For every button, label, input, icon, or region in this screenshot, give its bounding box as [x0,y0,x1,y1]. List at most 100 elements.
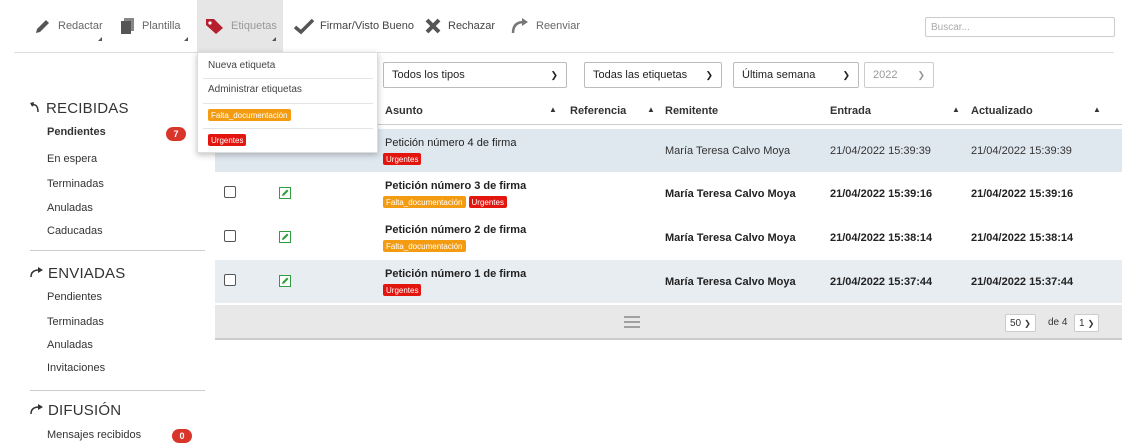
row-entrada: 21/04/2022 15:37:44 [830,276,933,288]
per-page-select[interactable]: 50 ❯ [1005,314,1036,332]
firmar-label: Firmar/Visto Bueno [320,20,414,32]
sidebar-item-mensajes-recibidos[interactable]: Mensajes recibidos [47,429,141,441]
row-checkbox[interactable] [224,274,236,286]
sidebar-item-recibidas-anuladas[interactable]: Anuladas [47,202,93,214]
row-tags: Urgentes [383,284,422,296]
redactar-caret-icon[interactable] [98,37,102,41]
row-actualizado: 21/04/2022 15:37:44 [971,276,1074,288]
page-count-label: de 4 [1048,317,1068,328]
table-row[interactable]: Petición número 2 de firma Falta_documen… [215,216,1122,259]
rechazar-button[interactable]: Rechazar [424,6,495,46]
row-entrada: 21/04/2022 15:39:39 [830,145,931,157]
chevron-down-icon: ❯ [1024,318,1031,328]
etiquetas-label: Etiquetas [231,20,277,32]
column-actualizado[interactable]: Actualizado [971,105,1033,117]
per-page-value: 50 [1010,317,1022,329]
pending-count-badge: 7 [166,127,186,141]
reply-arrow-icon [30,100,42,117]
firmar-button[interactable]: Firmar/Visto Bueno [294,6,414,46]
sidebar-item-invitaciones[interactable]: Invitaciones [47,362,105,374]
enviadas-heading[interactable]: ENVIADAS [30,265,125,282]
toolbar-divider [14,52,1114,53]
tipos-value: Todos los tipos [392,69,465,81]
tipos-select[interactable]: Todos los tipos ❯ [383,62,567,88]
tag-urgentes: Urgentes [468,196,507,208]
menu-item-nueva-etiqueta[interactable]: Nueva etiqueta [208,60,275,71]
sidebar-divider [30,250,205,251]
tag-urgentes: Urgentes [383,153,422,165]
row-asunto: Petición número 4 de firma [385,137,517,149]
row-remitente: María Teresa Calvo Moya [665,145,791,157]
recibidas-heading[interactable]: RECIBIDAS [30,100,129,117]
periodo-select[interactable]: Última semana ❯ [733,62,859,88]
page-select[interactable]: 1 ❯ [1074,314,1100,332]
plantilla-caret-icon[interactable] [184,37,188,41]
redactar-button[interactable]: Redactar [34,6,103,46]
edit-icon[interactable] [279,231,291,246]
etiquetas-caret-icon[interactable] [272,37,276,41]
tag-falta-documentacion: Falta_documentación [383,240,466,252]
row-asunto: Petición número 2 de firma [385,224,527,236]
plantilla-button[interactable]: Plantilla [120,6,181,46]
sort-icon[interactable]: ▲ [549,105,557,114]
etiquetas-filter-select[interactable]: Todas las etiquetas ❯ [584,62,722,88]
column-asunto[interactable]: Asunto [385,105,423,117]
sidebar-item-recibidas-pendientes[interactable]: Pendientes [47,126,106,138]
chevron-down-icon: ❯ [705,69,713,80]
difusion-title: DIFUSIÓN [48,402,122,419]
plantilla-label: Plantilla [142,20,181,32]
etiquetas-menu: Nueva etiqueta Administrar etiquetas Fal… [197,52,378,153]
edit-icon[interactable] [279,275,291,290]
chevron-down-icon: ❯ [917,69,925,80]
chevron-down-icon: ❯ [1087,318,1095,328]
sidebar-divider [30,390,205,391]
recibidas-title: RECIBIDAS [46,100,129,117]
menu-item-tag-falta[interactable]: Falta_documentación [208,109,291,121]
row-remitente: María Teresa Calvo Moya [665,232,796,244]
reenviar-label: Reenviar [536,20,581,32]
row-checkbox[interactable] [224,186,236,198]
forward-arrow-icon [30,265,44,282]
sort-icon[interactable]: ▲ [1093,105,1101,114]
hamburger-icon[interactable] [624,316,640,331]
row-entrada: 21/04/2022 15:38:14 [830,232,933,244]
reenviar-button[interactable]: Reenviar [510,6,580,46]
row-asunto: Petición número 3 de firma [385,180,527,192]
sidebar-item-recibidas-terminadas[interactable]: Terminadas [47,178,104,190]
difusion-heading[interactable]: DIFUSIÓN [30,402,121,419]
sidebar-item-enviadas-pendientes[interactable]: Pendientes [47,291,102,303]
column-referencia[interactable]: Referencia [570,105,626,117]
sort-icon[interactable]: ▲ [647,105,655,114]
table-footer: 50 ❯ de 4 1 ❯ [215,305,1122,340]
checkmark-icon [294,17,314,35]
sidebar-item-enviadas-anuladas[interactable]: Anuladas [47,339,93,351]
year-value: 2022 [873,69,898,81]
menu-item-administrar-etiquetas[interactable]: Administrar etiquetas [208,84,302,95]
menu-item-tag-urgentes[interactable]: Urgentes [208,134,247,146]
table-row[interactable]: Petición número 3 de firma Falta_documen… [215,172,1122,215]
column-entrada[interactable]: Entrada [830,105,871,117]
row-actualizado: 21/04/2022 15:39:39 [971,145,1072,157]
pencil-icon [34,17,52,35]
etiquetas-filter-value: Todas las etiquetas [593,69,688,81]
forward-arrow-icon [510,17,530,35]
edit-icon[interactable] [279,187,291,202]
row-tags: Urgentes [383,153,422,165]
periodo-value: Última semana [742,69,816,81]
tag-falta-documentacion: Falta_documentación [383,196,466,208]
row-checkbox[interactable] [224,230,236,242]
sidebar-item-caducadas[interactable]: Caducadas [47,225,103,237]
year-select[interactable]: 2022 ❯ [864,62,934,88]
row-tags: Falta_documentación [383,240,466,252]
sidebar-item-enviadas-terminadas[interactable]: Terminadas [47,316,104,328]
etiquetas-button[interactable]: Etiquetas [205,6,277,46]
sidebar-item-en-espera[interactable]: En espera [47,153,97,165]
table-row[interactable]: Petición número 1 de firma Urgentes Marí… [215,260,1122,303]
row-entrada: 21/04/2022 15:39:16 [830,188,933,200]
close-x-icon [424,17,442,35]
search-input[interactable] [925,17,1115,37]
page-value: 1 [1079,317,1085,329]
column-remitente[interactable]: Remitente [665,105,718,117]
sort-icon[interactable]: ▲ [952,105,960,114]
tag-icon [205,17,225,35]
